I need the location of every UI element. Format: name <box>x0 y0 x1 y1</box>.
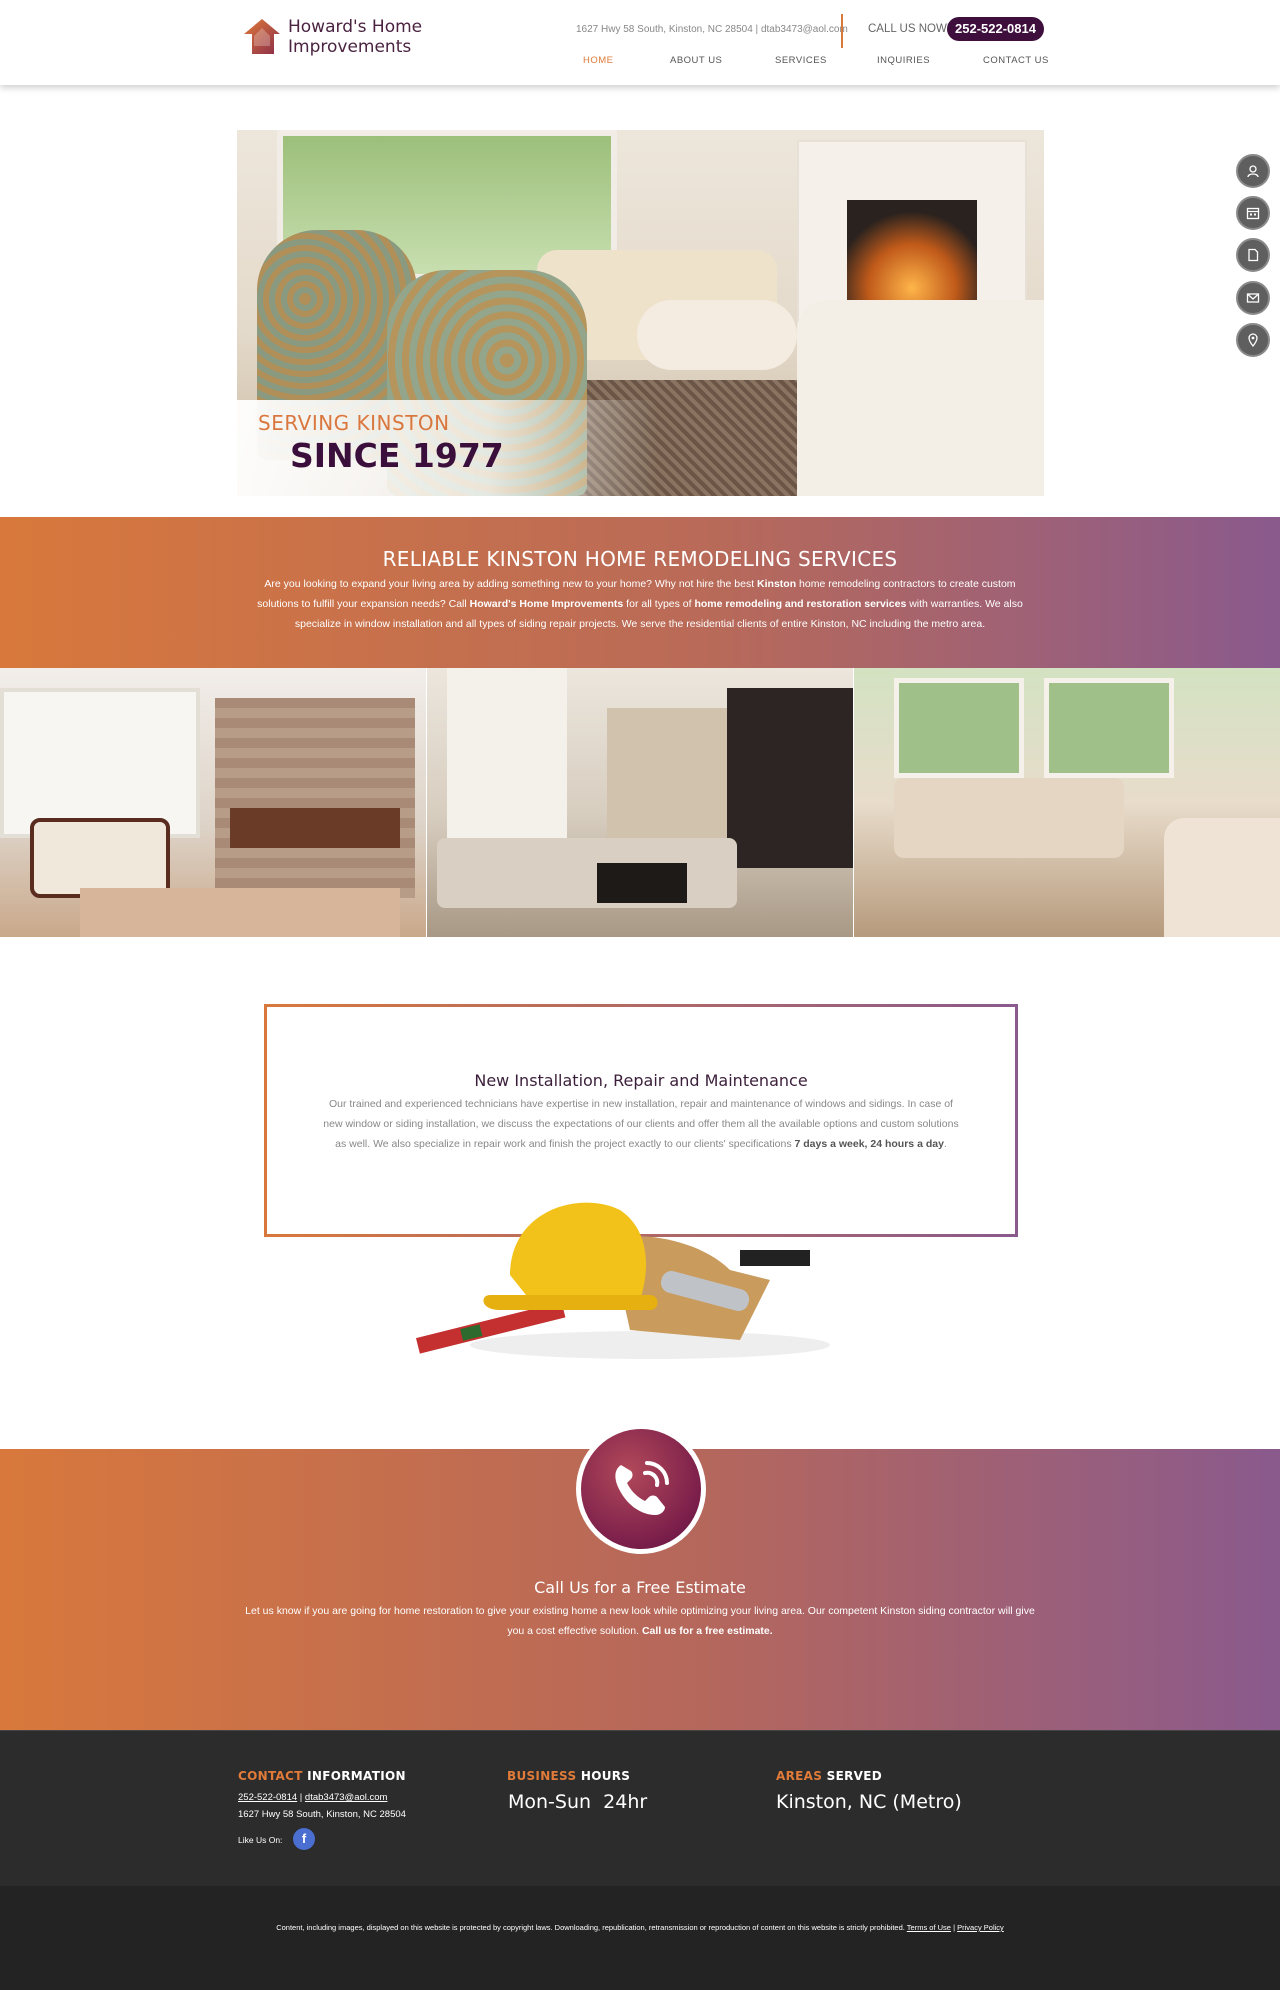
hardhat-tools-image <box>415 1202 830 1359</box>
intro-title: RELIABLE KINSTON HOME REMODELING SERVICE… <box>382 547 898 571</box>
gallery-photo-living-room <box>427 668 853 937</box>
terms-of-use-link[interactable]: Terms of Use <box>907 1923 951 1932</box>
footer-email-link[interactable]: dtab3473@aol.com <box>305 1792 388 1803</box>
header-email-link[interactable]: dtab3473@aol.com <box>761 24 848 35</box>
site-header: Howard's Home Improvements 1627 Hwy 58 S… <box>0 0 1280 85</box>
nav-inquiries[interactable]: INQUIRIES <box>877 55 930 66</box>
header-phone-button[interactable]: 252-522-0814 <box>947 17 1044 41</box>
hero-serving-text: SERVING KINSTON <box>258 411 450 435</box>
calendar-icon[interactable] <box>1236 196 1270 230</box>
nav-about-us[interactable]: ABOUT US <box>670 55 722 66</box>
gallery-photo-dining-room <box>0 668 426 937</box>
footer-hours-heading: BUSINESS HOURS <box>507 1769 631 1783</box>
nav-services[interactable]: SERVICES <box>775 55 827 66</box>
nav-home[interactable]: HOME <box>583 55 614 66</box>
call-us-label: CALL US NOW! <box>868 23 951 35</box>
gallery-strip <box>0 668 1280 937</box>
service-text: Our trained and experienced technicians … <box>323 1098 959 1150</box>
hero-since-text: SINCE 1977 <box>290 436 504 475</box>
mail-icon[interactable] <box>1236 281 1270 315</box>
address-text: 1627 Hwy 58 South, Kinston, NC 28504 <box>576 24 753 35</box>
nav-contact-us[interactable]: CONTACT US <box>983 55 1049 66</box>
footer-contact-heading: CONTACT INFORMATION <box>238 1769 406 1783</box>
separator: | <box>752 24 761 35</box>
facebook-icon[interactable]: f <box>293 1828 315 1850</box>
privacy-policy-link[interactable]: Privacy Policy <box>957 1923 1004 1932</box>
copyright-text: Content, including images, displayed on … <box>276 1923 1004 1932</box>
gallery-photo-family-room <box>854 668 1280 937</box>
estimate-text: Let us know if you are going for home re… <box>245 1605 1035 1637</box>
location-pin-icon[interactable] <box>1236 323 1270 357</box>
brand-line-2: Improvements <box>288 37 412 57</box>
intro-band: RELIABLE KINSTON HOME REMODELING SERVICE… <box>0 517 1280 668</box>
like-us-label: Like Us On: <box>238 1835 283 1845</box>
footer-phone-link[interactable]: 252-522-0814 <box>238 1792 297 1803</box>
document-icon[interactable] <box>1236 238 1270 272</box>
brand-line-1: Howard's Home <box>288 17 423 37</box>
user-icon[interactable] <box>1236 154 1270 188</box>
estimate-title: Call Us for a Free Estimate <box>534 1578 746 1597</box>
intro-text: Are you looking to expand your living ar… <box>257 578 1023 630</box>
footer-areas-heading: AREAS SERVED <box>776 1769 882 1783</box>
service-title: New Installation, Repair and Maintenance <box>474 1071 808 1090</box>
header-divider <box>841 14 843 48</box>
copyright-bar: Content, including images, displayed on … <box>0 1886 1280 1990</box>
footer-hours: Mon-Sun 24hr <box>508 1791 648 1813</box>
footer-contact-line: 252-522-0814 | dtab3473@aol.com <box>238 1792 388 1803</box>
header-address: 1627 Hwy 58 South, Kinston, NC 28504 | d… <box>576 24 848 35</box>
house-logo-icon[interactable] <box>240 16 284 56</box>
site-footer: CONTACT INFORMATION 252-522-0814 | dtab3… <box>0 1730 1280 1886</box>
phone-call-icon[interactable] <box>576 1424 706 1554</box>
brand-name[interactable]: Howard's Home Improvements <box>288 17 422 57</box>
footer-address: 1627 Hwy 58 South, Kinston, NC 28504 <box>238 1809 406 1820</box>
footer-areas: Kinston, NC (Metro) <box>776 1791 962 1813</box>
